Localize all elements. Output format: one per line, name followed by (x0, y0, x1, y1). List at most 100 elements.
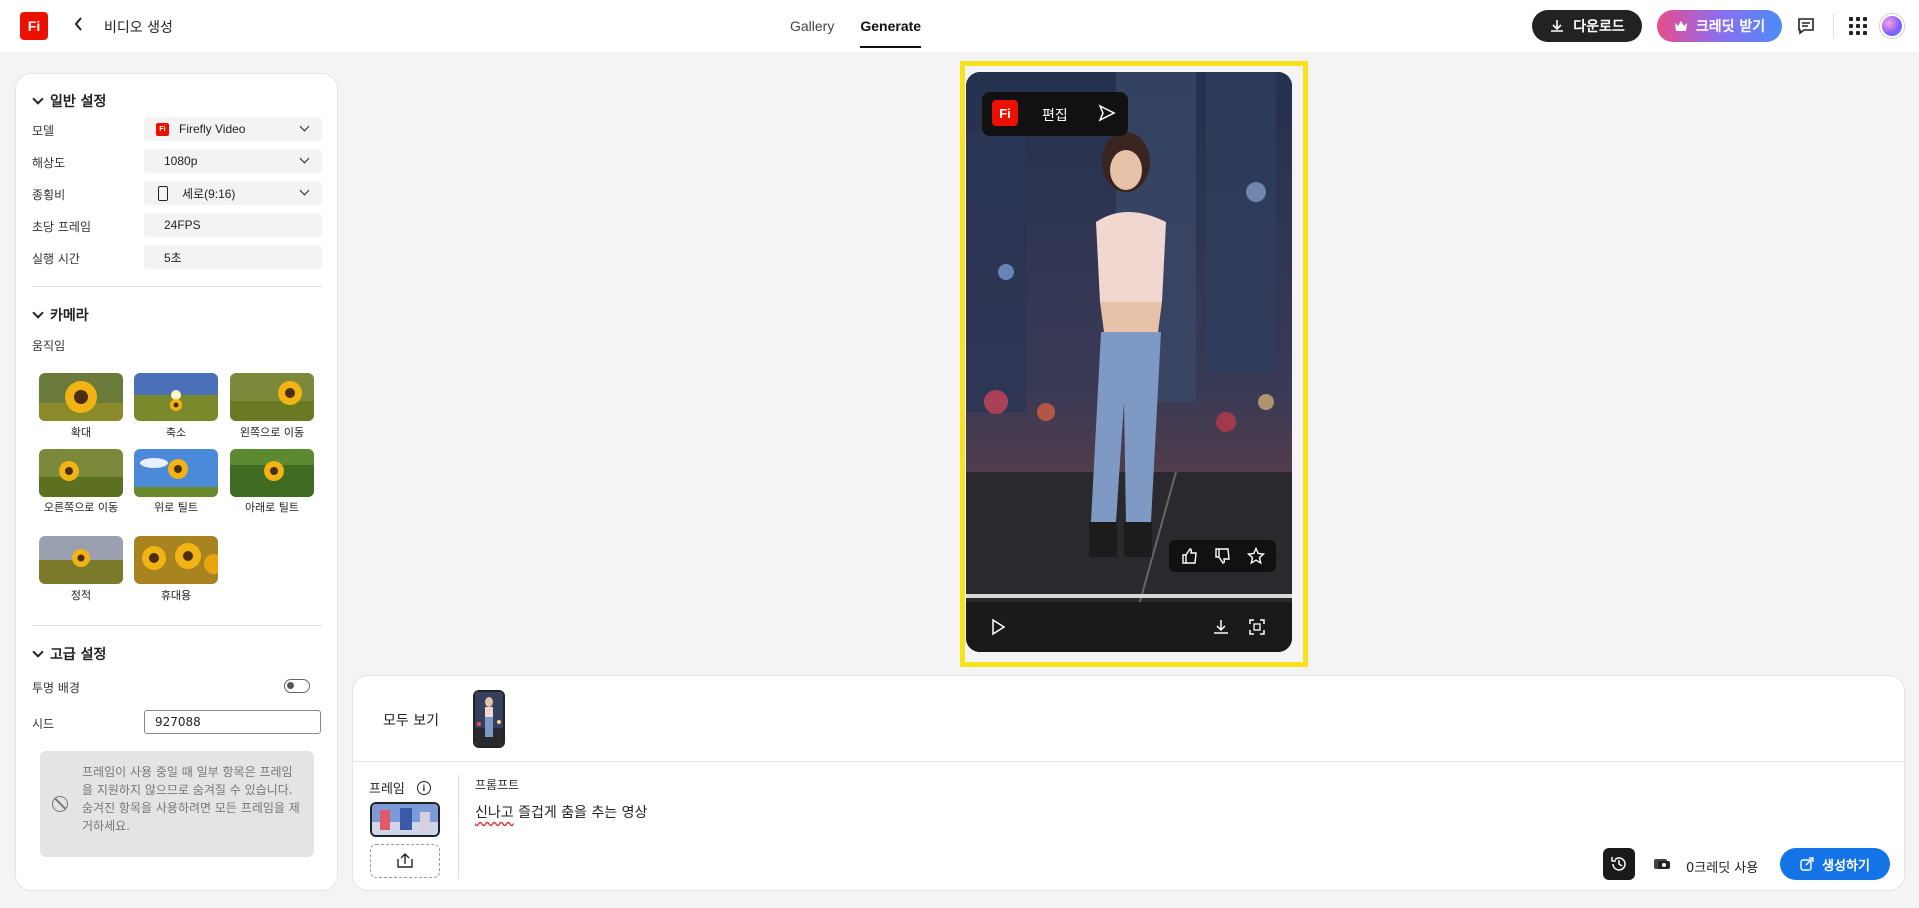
duration-label: 실행 시간 (32, 252, 80, 266)
download-icon[interactable] (1212, 618, 1230, 639)
view-tabs: Gallery Generate (790, 18, 922, 48)
motion-label-zoom-in: 확대 (70, 426, 92, 439)
video-controls (966, 602, 1292, 652)
frame-notice: 프레임이 사용 중일 때 일부 항목은 프레임을 지원하지 않으므로 숨겨질 수… (40, 751, 314, 857)
motion-pan-right-thumb[interactable] (39, 449, 123, 497)
fps-value: 24FPS (144, 213, 322, 237)
model-value: Firefly Video (179, 122, 246, 136)
get-credits-button[interactable]: 크레딧 받기 (1657, 10, 1782, 42)
feedback-icon[interactable] (1796, 16, 1816, 36)
resolution-label: 해상도 (32, 156, 66, 170)
aspect-ratio-value: 세로(9:16) (182, 186, 236, 201)
preview-action-bar: Fi 편집 (982, 92, 1128, 136)
credits-icon (1653, 857, 1671, 871)
see-all-button[interactable]: 모두 보기 (383, 710, 439, 730)
history-icon (1611, 857, 1626, 871)
generate-icon (1800, 857, 1814, 871)
aspect-ratio-select[interactable]: 세로(9:16) (144, 181, 322, 205)
duration-value: 5초 (144, 245, 322, 269)
tab-generate[interactable]: Generate (860, 18, 922, 48)
resolution-select[interactable]: 1080p (144, 149, 322, 173)
frame-label: 프레임 (369, 782, 405, 797)
history-button[interactable] (1603, 848, 1635, 880)
transparent-bg-toggle[interactable] (284, 679, 310, 693)
firefly-logo[interactable]: Fi (20, 12, 48, 40)
model-select[interactable]: Fi Firefly Video (144, 117, 322, 141)
chevron-down-icon (32, 307, 44, 319)
camera-title: 카메라 (50, 308, 89, 324)
upload-frame-button[interactable] (370, 844, 440, 878)
frame-notice-text: 프레임이 사용 중일 때 일부 항목은 프레임을 지원하지 않으므로 숨겨질 수… (82, 765, 300, 833)
rating-bar (1169, 540, 1276, 572)
section-divider (32, 625, 322, 626)
download-label: 다운로드 (1573, 19, 1625, 35)
generated-video-thumb[interactable] (473, 690, 505, 748)
play-icon[interactable] (990, 618, 1006, 639)
send-icon[interactable] (1098, 104, 1116, 122)
apps-grid-icon[interactable] (1848, 16, 1868, 36)
resolution-value: 1080p (164, 154, 198, 168)
frame-reference-thumb[interactable] (370, 802, 440, 837)
prompt-label: 프롬프트 (475, 778, 520, 792)
advanced-settings-header[interactable]: 고급 설정 (32, 644, 107, 664)
model-label: 모델 (32, 124, 55, 138)
motion-label-pan-left: 왼쪽으로 이동 (239, 426, 305, 439)
chevron-down-icon (299, 185, 310, 196)
motion-tilt-down-thumb[interactable] (230, 449, 314, 497)
header-divider (1833, 14, 1834, 38)
aspect-ratio-label: 종횡비 (32, 188, 66, 202)
motion-zoom-out-thumb[interactable] (134, 373, 218, 421)
chevron-down-icon (32, 646, 44, 658)
prompt-text-rest: 즐겁게 춤을 추는 영상 (513, 805, 648, 821)
page-title: 비디오 생성 (104, 20, 173, 36)
camera-header[interactable]: 카메라 (32, 305, 89, 325)
transparent-bg-label: 투명 배경 (32, 681, 80, 695)
credit-usage-text: 0크레딧 사용 (1686, 861, 1759, 876)
generate-button[interactable]: 생성하기 (1780, 848, 1890, 880)
avatar[interactable] (1880, 14, 1904, 38)
get-credits-label: 크레딧 받기 (1695, 19, 1766, 35)
motion-label-handheld: 휴대용 (160, 589, 192, 602)
upload-icon (397, 853, 413, 868)
general-settings-title: 일반 설정 (50, 94, 107, 110)
thumbs-down-icon[interactable] (1212, 545, 1234, 567)
motion-handheld-thumb[interactable] (134, 536, 218, 584)
fullscreen-icon[interactable] (1248, 618, 1266, 639)
firefly-icon[interactable]: Fi (992, 100, 1018, 126)
thumbs-up-icon[interactable] (1179, 545, 1201, 567)
chevron-down-icon (299, 153, 310, 164)
edit-menu-button[interactable]: 편집 (1042, 105, 1068, 125)
video-progress-bar[interactable] (966, 594, 1292, 598)
motion-label-zoom-out: 축소 (165, 426, 187, 439)
tab-gallery[interactable]: Gallery (790, 18, 834, 48)
seed-label: 시드 (32, 717, 55, 731)
chevron-left-icon[interactable] (72, 14, 86, 38)
crown-icon (1674, 21, 1687, 31)
download-icon (1551, 20, 1564, 32)
frame-label-group: 프레임 i (369, 778, 431, 797)
firefly-icon: Fi (156, 122, 169, 136)
motion-label-tilt-down: 아래로 틸트 (244, 501, 300, 514)
chevron-down-icon (32, 93, 44, 105)
motion-label-tilt-up: 위로 틸트 (154, 501, 198, 514)
advanced-settings-title: 고급 설정 (50, 647, 107, 663)
motion-label: 움직임 (32, 339, 66, 353)
panel-divider (353, 761, 1904, 762)
general-settings-header[interactable]: 일반 설정 (32, 91, 107, 111)
star-icon[interactable] (1245, 545, 1267, 567)
top-bar: Fi 비디오 생성 Gallery Generate 다운로드 크레딧 받기 (0, 0, 1919, 52)
motion-tilt-up-thumb[interactable] (134, 449, 218, 497)
prompt-input[interactable]: 신나고 즐겁게 춤을 추는 영상 (475, 802, 647, 822)
portrait-icon (158, 185, 168, 201)
info-icon[interactable]: i (416, 780, 431, 795)
prompt-misspelled-word: 신나고 (475, 805, 514, 821)
motion-pan-left-thumb[interactable] (230, 373, 314, 421)
generate-label: 생성하기 (1822, 858, 1870, 874)
prompt-separator (458, 775, 459, 879)
motion-zoom-in-thumb[interactable] (39, 373, 123, 421)
motion-static-thumb[interactable] (39, 536, 123, 584)
download-button[interactable]: 다운로드 (1532, 10, 1642, 42)
seed-input[interactable]: 927088 (144, 710, 321, 734)
chevron-down-icon (299, 121, 310, 132)
motion-label-pan-right: 오른쪽으로 이동 (43, 501, 119, 514)
